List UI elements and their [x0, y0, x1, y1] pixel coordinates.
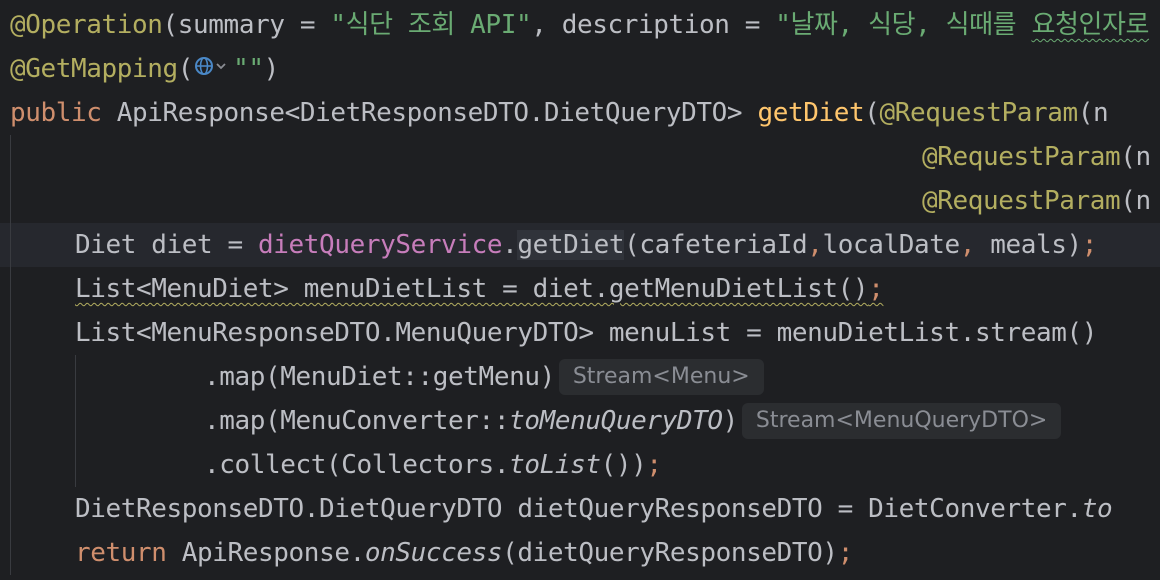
annotation-requestparam: @RequestParam	[879, 98, 1078, 128]
code-editor[interactable]: @Operation(summary = "식단 조회 API", descri…	[0, 0, 1160, 580]
indent-guide	[10, 399, 11, 443]
annotation-operation: @Operation	[10, 10, 163, 40]
indent-guide	[10, 531, 11, 575]
annotation-requestparam: @RequestParam	[922, 142, 1121, 172]
method-truncated: to	[1081, 494, 1113, 524]
annotation-getmapping: @GetMapping	[10, 54, 178, 84]
indent-guide	[10, 179, 11, 223]
indent-guide	[10, 135, 11, 179]
semicolon: ;	[868, 274, 884, 304]
type-hint-stream-menu: Stream<Menu>	[558, 359, 764, 395]
semicolon: ;	[1081, 230, 1098, 260]
code-text: (summary =	[162, 10, 331, 40]
keyword-return: return	[75, 538, 167, 568]
code-line-11[interactable]: .collect(Collectors.toList());	[0, 443, 1160, 487]
code-text: List<MenuResponseDTO.MenuQueryDTO> menuL…	[75, 318, 1097, 348]
code-line-7[interactable]: List<MenuDiet> menuDietList = diet.getMe…	[0, 267, 1160, 311]
indent-guide	[75, 443, 76, 487]
semicolon: ;	[646, 450, 662, 480]
code-line-1[interactable]: @Operation(summary = "식단 조회 API", descri…	[0, 3, 1160, 47]
code-line-13[interactable]: return ApiResponse.onSuccess(dietQueryRe…	[0, 531, 1160, 575]
keyword-public: public	[10, 98, 102, 128]
code-text: (n	[1077, 98, 1109, 128]
globe-icon	[195, 57, 214, 75]
string-mapping-path: ""	[233, 54, 264, 84]
method-onsuccess: onSuccess	[364, 538, 503, 568]
comma: ,	[959, 230, 976, 260]
code-line-2[interactable]: @GetMapping( "")	[0, 47, 1160, 91]
code-text: )	[722, 406, 739, 436]
code-text: (n	[1120, 186, 1151, 216]
method-call-getdiet: getDiet	[517, 230, 625, 260]
code-text: .map(MenuConverter::	[204, 406, 510, 436]
chevron-down-icon	[216, 63, 226, 70]
method-tolist: toList	[509, 450, 601, 480]
method-name-getdiet: getDiet	[757, 98, 865, 128]
code-text: )	[263, 54, 280, 84]
code-line-10[interactable]: .map(MenuConverter::toMenuQueryDTO) Strea…	[0, 399, 1160, 443]
code-text: DietResponseDTO.DietQueryDTO dietQueryRe…	[75, 494, 1082, 524]
code-text: (n	[1120, 142, 1151, 172]
code-line-5[interactable]: @RequestParam(n	[0, 179, 1160, 223]
indent-guide	[10, 355, 11, 399]
method-ref-tomenuquerydto: toMenuQueryDTO	[509, 406, 723, 436]
code-line-4[interactable]: @RequestParam(n	[0, 135, 1160, 179]
string-description-typo: 요청인자로	[1031, 10, 1150, 40]
string-description: "날짜, 식당, 식때를	[775, 10, 1032, 40]
semicolon: ;	[837, 538, 854, 568]
comma: ,	[807, 230, 823, 260]
url-mapping-chip[interactable]	[193, 51, 233, 79]
code-text: (dietQueryResponseDTO)	[502, 538, 838, 568]
code-text: .collect(Collectors.	[204, 450, 510, 480]
code-text: (	[864, 98, 880, 128]
code-text: localDate	[822, 230, 960, 260]
code-line-8[interactable]: List<MenuResponseDTO.MenuQueryDTO> menuL…	[0, 311, 1160, 355]
indent-guide	[10, 443, 11, 487]
indent-guide	[75, 355, 76, 399]
string-summary: "식단 조회 API"	[330, 10, 532, 40]
code-text: ApiResponse.	[166, 538, 365, 568]
code-line-9[interactable]: .map(MenuDiet::getMenu) Stream<Menu>	[0, 355, 1160, 399]
code-line-6-current[interactable]: Diet diet = dietQueryService.getDiet(caf…	[0, 223, 1160, 267]
code-text: ())	[600, 450, 647, 480]
indent-guide	[75, 399, 76, 443]
code-line-3[interactable]: public ApiResponse<DietResponseDTO.DietQ…	[0, 91, 1160, 135]
code-text: .map(MenuDiet::getMenu)	[204, 362, 555, 392]
indent-guide	[10, 487, 11, 531]
indent-guide	[10, 223, 11, 267]
indent-guide	[10, 267, 11, 311]
annotation-requestparam: @RequestParam	[922, 186, 1121, 216]
code-text: (	[177, 54, 194, 84]
code-line-12[interactable]: DietResponseDTO.DietQueryDTO dietQueryRe…	[0, 487, 1160, 531]
code-text: Diet diet =	[75, 230, 259, 260]
code-text: , description =	[531, 10, 776, 40]
indent-guide	[10, 311, 11, 355]
code-text: meals)	[975, 230, 1082, 260]
code-text: .	[502, 230, 518, 260]
warning-underlined-statement: List<MenuDiet> menuDietList = diet.getMe…	[75, 274, 869, 304]
code-text: ApiResponse<DietResponseDTO.DietQueryDTO…	[101, 98, 758, 128]
type-hint-stream-menuquerydto: Stream<MenuQueryDTO>	[741, 403, 1062, 439]
field-dietqueryservice: dietQueryService	[258, 230, 503, 260]
code-text: (cafeteriaId	[624, 230, 808, 260]
